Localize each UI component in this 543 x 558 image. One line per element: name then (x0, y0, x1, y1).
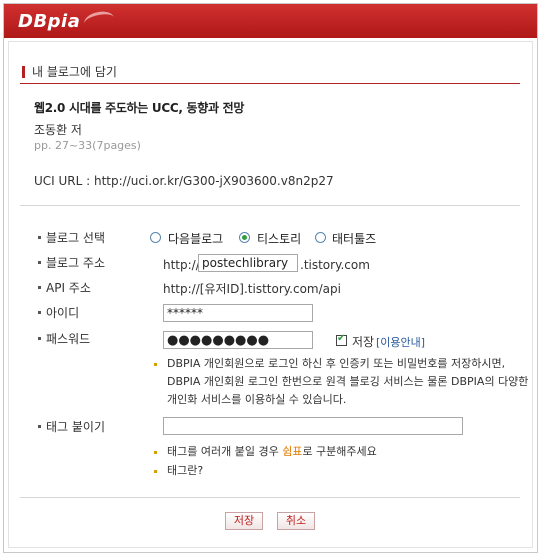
usage-guide-link[interactable]: [이용안내] (376, 334, 425, 350)
notice-line-3: 개인화 서비스를 이용하실 수 있습니다. (167, 393, 347, 406)
cancel-button[interactable]: 취소 (277, 512, 315, 530)
blog-address-input[interactable] (198, 254, 298, 272)
header-bar: DBpia (4, 4, 537, 38)
id-label: 아이디 (46, 306, 80, 320)
bullet-icon (38, 236, 41, 239)
dialog-frame: DBpia (3, 3, 538, 553)
tag-input[interactable] (163, 417, 463, 435)
bullet-icon (38, 337, 41, 340)
radio-daum-label[interactable]: 다음블로그 (168, 230, 223, 247)
radio-tistory[interactable] (239, 232, 250, 243)
divider-top (20, 205, 520, 206)
bullet-icon (38, 425, 41, 428)
blog-address-label: 블로그 주소 (46, 256, 106, 270)
radio-daum[interactable] (150, 232, 161, 243)
tag-hint-before: 태그를 여러개 붙일 경우 (167, 445, 283, 458)
bullet-icon (38, 311, 41, 314)
tag-hint-after: 로 구분해주세요 (302, 445, 377, 458)
save-checkbox-label[interactable]: 저장 (352, 333, 374, 350)
notice-line-1: DBPIA 개인회원으로 로그인 하신 후 인증키 또는 비밀번호를 저장하시면… (167, 357, 506, 370)
save-button[interactable]: 저장 (225, 512, 263, 530)
password-input[interactable] (163, 331, 313, 349)
divider-bottom (20, 497, 520, 498)
section-title: 내 블로그에 담기 (32, 65, 117, 79)
notice-bullet-icon (154, 363, 157, 366)
title-marker-icon (22, 66, 25, 78)
section-title-bar: 내 블로그에 담기 (20, 63, 520, 84)
radio-tattertools[interactable] (315, 232, 326, 243)
tag-hint-bullet-icon (154, 451, 157, 454)
password-label: 패스워드 (46, 332, 91, 346)
uci-url: UCI URL : http://uci.or.kr/G300-jX903600… (34, 174, 334, 188)
blog-address-prefix: http:// (163, 258, 200, 272)
blog-address-suffix: .tistory.com (300, 258, 370, 272)
radio-tattertools-label[interactable]: 태터툴즈 (332, 230, 376, 247)
paper-title: 웹2.0 시대를 주도하는 UCC, 동향과 전망 (34, 101, 245, 115)
dbpia-logo: DBpia (18, 11, 81, 32)
blog-select-label: 블로그 선택 (46, 231, 106, 245)
api-value: http://[유저ID].tisttory.com/api (163, 282, 341, 296)
api-label: API 주소 (46, 281, 91, 295)
logo-swoosh-icon (82, 9, 116, 32)
notice-line-2: DBPIA 개인회원 로그인 한번으로 원격 블로깅 서비스는 물론 DBPIA… (167, 375, 529, 388)
tag-hint-accent: 쉼표 (282, 445, 303, 458)
tag-what-link[interactable]: 태그란? (167, 462, 203, 480)
save-checkbox[interactable] (336, 333, 347, 346)
bullet-icon (38, 261, 41, 264)
paper-pages: pp. 27~33(7pages) (34, 139, 141, 152)
tag-what-bullet-icon (154, 470, 157, 473)
radio-tistory-label[interactable]: 티스토리 (257, 230, 301, 247)
id-input[interactable] (163, 304, 313, 322)
bullet-icon (38, 286, 41, 289)
tag-label: 태그 붙이기 (46, 420, 106, 434)
tag-hint: 태그를 여러개 붙일 경우 쉼표로 구분해주세요 (167, 443, 377, 461)
paper-author: 조동환 저 (34, 123, 82, 137)
